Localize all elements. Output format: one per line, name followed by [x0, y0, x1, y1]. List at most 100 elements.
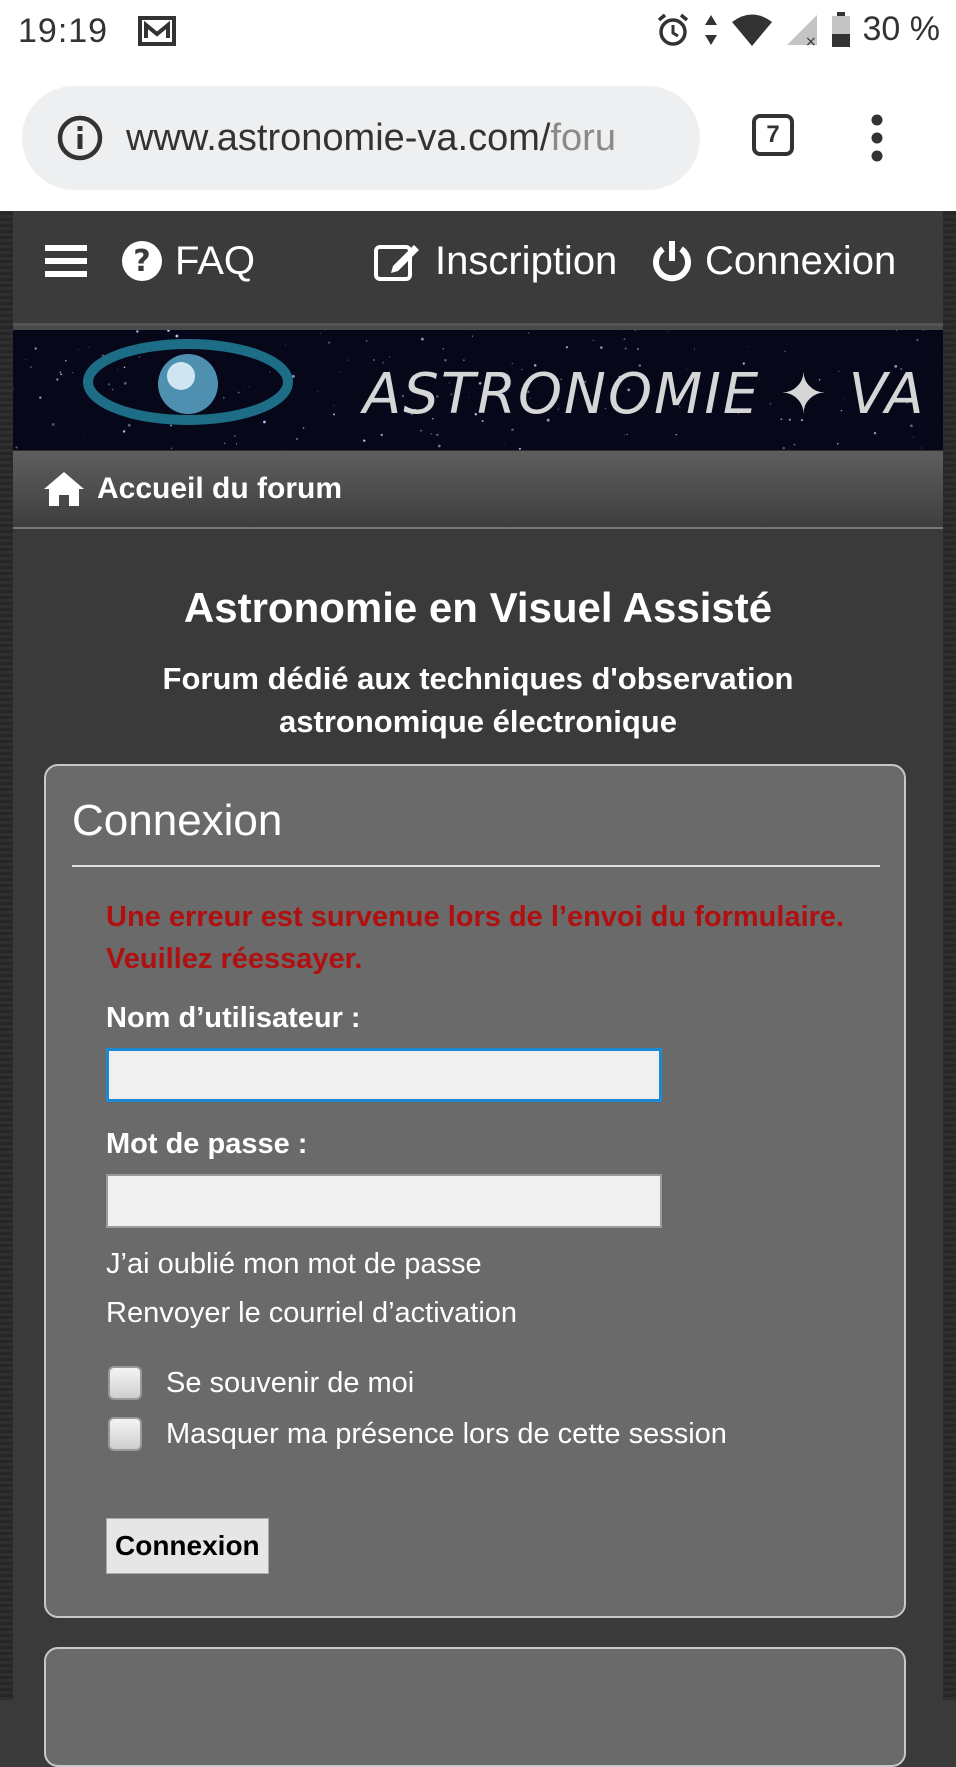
star [339, 371, 341, 373]
star [223, 442, 226, 445]
faq-link[interactable]: ? FAQ [121, 211, 255, 311]
remember-me-label[interactable]: Se souvenir de moi [166, 1367, 414, 1400]
browser-toolbar: www.astronomie-va.com/foru 7 [0, 66, 956, 211]
remember-me-row[interactable]: Se souvenir de moi [108, 1366, 414, 1400]
status-time: 19:19 [18, 12, 109, 50]
star [365, 339, 368, 342]
hamburger-menu-button[interactable] [45, 211, 99, 311]
banner-logo-text: ASTRONOMIE ✦ VA [363, 362, 926, 427]
register-label: Inscription [435, 238, 618, 283]
login-panel: Connexion Une erreur est survenue lors d… [44, 764, 906, 1618]
login-link[interactable]: Connexion [651, 211, 896, 311]
star [837, 443, 839, 445]
password-input[interactable] [106, 1174, 662, 1228]
star [667, 331, 669, 333]
signal-icon: × [786, 14, 817, 47]
svg-text:×: × [805, 34, 817, 47]
login-submit-button[interactable]: Connexion [106, 1518, 269, 1574]
star [420, 429, 422, 432]
battery-icon [831, 11, 850, 47]
hamburger-icon [45, 245, 87, 277]
error-message: Une erreur est survenue lors de l’envoi … [106, 901, 845, 975]
hide-presence-label[interactable]: Masquer ma présence lors de cette sessio… [166, 1418, 727, 1451]
star [127, 423, 131, 427]
star [123, 381, 127, 385]
star [320, 332, 321, 334]
star [623, 338, 626, 341]
hide-presence-row[interactable]: Masquer ma présence lors de cette sessio… [108, 1417, 727, 1451]
star [107, 383, 111, 386]
tab-switcher-button[interactable]: 7 [752, 114, 794, 156]
login-label: Connexion [705, 238, 897, 283]
remember-me-checkbox[interactable] [108, 1366, 142, 1400]
hide-presence-checkbox[interactable] [108, 1417, 142, 1451]
url-path: foru [550, 116, 616, 159]
star [15, 446, 18, 449]
star [269, 371, 271, 373]
url-text[interactable]: www.astronomie-va.com/foru [126, 117, 696, 160]
star [782, 446, 785, 450]
star [56, 378, 59, 381]
forgot-password-link[interactable]: J’ai oublié mon mot de passe [106, 1248, 482, 1281]
url-domain: www.astronomie-va.com/ [126, 116, 551, 159]
star [136, 330, 139, 333]
star [373, 359, 375, 361]
star [565, 346, 569, 349]
breadcrumb-home-link[interactable]: Accueil du forum [97, 472, 342, 506]
star [13, 387, 14, 390]
edit-icon [374, 245, 419, 281]
star [84, 435, 86, 437]
star [784, 350, 786, 353]
star [317, 390, 319, 392]
site-banner[interactable]: ASTRONOMIE ✦ VA [13, 326, 943, 450]
star [747, 345, 749, 347]
star [111, 388, 114, 391]
star [175, 334, 179, 338]
star [51, 423, 55, 426]
register-link[interactable]: Inscription [373, 211, 617, 311]
secondary-panel [44, 1647, 906, 1767]
question-icon: ? [122, 241, 162, 281]
star [29, 366, 32, 369]
star [170, 424, 173, 427]
star [333, 413, 336, 416]
star [302, 427, 305, 429]
star [237, 391, 240, 394]
star [243, 387, 244, 389]
star [624, 347, 627, 350]
star [895, 330, 898, 331]
star [420, 337, 424, 341]
alarm-icon [657, 13, 688, 46]
data-arrows-icon [704, 14, 717, 45]
star [363, 439, 366, 442]
battery-percent: 30 % [862, 10, 941, 48]
menu-more-icon[interactable] [870, 114, 884, 162]
star [170, 447, 173, 450]
star [222, 396, 225, 399]
home-icon[interactable] [43, 471, 85, 507]
star [873, 432, 877, 435]
star [503, 442, 505, 444]
resend-activation-link[interactable]: Renvoyer le courriel d’activation [106, 1297, 517, 1330]
star [599, 346, 603, 349]
wifi-icon [731, 14, 772, 46]
status-bar: 19:19 × 30 % [0, 0, 956, 66]
star [347, 359, 349, 361]
star [916, 338, 919, 342]
star [169, 334, 171, 335]
star [463, 359, 465, 361]
star [117, 368, 119, 370]
star [442, 347, 445, 350]
star [260, 444, 262, 446]
star [295, 437, 299, 440]
star [236, 443, 238, 445]
star [380, 433, 383, 437]
address-bar[interactable]: www.astronomie-va.com/foru [22, 86, 700, 190]
username-input[interactable] [106, 1048, 662, 1102]
faq-label: FAQ [175, 238, 256, 283]
star [430, 432, 433, 435]
login-heading: Connexion [72, 796, 283, 845]
info-icon[interactable] [56, 114, 104, 162]
star [793, 443, 796, 446]
star [72, 372, 74, 374]
